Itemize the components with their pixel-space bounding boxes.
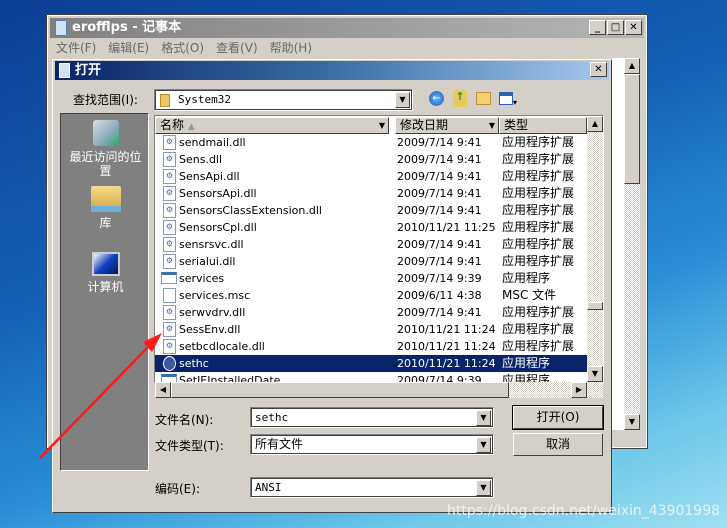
watermark: https://blog.csdn.net/weixin_43901998 (447, 503, 721, 519)
annotation-arrow-line (39, 344, 151, 459)
annotation-arrow (39, 333, 162, 459)
